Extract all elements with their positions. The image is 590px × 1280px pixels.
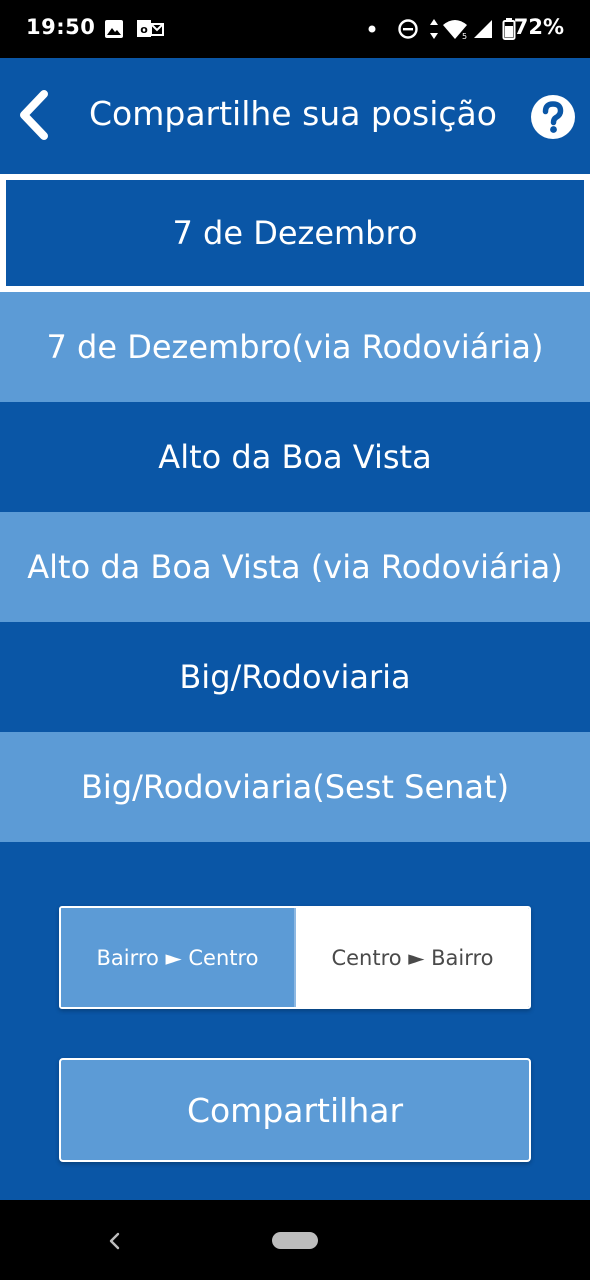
image-icon — [105, 20, 123, 38]
direction-bairro-centro[interactable]: Bairro ► Centro — [61, 908, 296, 1007]
route-label: 7 de Dezembro — [172, 214, 418, 252]
status-time: 19:50 — [26, 15, 96, 39]
svg-text:o: o — [140, 23, 148, 36]
dnd-icon — [398, 19, 418, 39]
dot-icon — [368, 25, 376, 33]
wifi-icon: 5 — [443, 20, 467, 41]
route-item-7-de-dezembro[interactable]: 7 de Dezembro — [0, 174, 590, 292]
route-item-big-rodoviaria[interactable]: Big/Rodoviaria — [0, 622, 590, 732]
route-item-7-de-dezembro-via-rodoviaria[interactable]: 7 de Dezembro(via Rodoviária) — [0, 292, 590, 402]
chevron-left-icon — [20, 90, 48, 140]
signal-icon — [474, 20, 492, 38]
battery-percent: 72% — [513, 15, 564, 39]
route-label: Big/Rodoviaria(Sest Senat) — [80, 768, 510, 806]
nav-home-pill[interactable] — [272, 1232, 318, 1249]
back-button[interactable] — [14, 88, 58, 142]
route-item-alto-da-boa-vista[interactable]: Alto da Boa Vista — [0, 402, 590, 512]
nav-back-icon[interactable] — [104, 1228, 124, 1254]
route-item-big-rodoviaria-sest-senat[interactable]: Big/Rodoviaria(Sest Senat) — [0, 732, 590, 842]
help-circle-icon — [531, 95, 575, 139]
route-label: 7 de Dezembro(via Rodoviária) — [46, 328, 544, 366]
svg-text:5: 5 — [462, 32, 467, 41]
app-bar: Compartilhe sua posição — [0, 58, 590, 172]
direction-toggle: Bairro ► Centro Centro ► Bairro — [59, 906, 531, 1009]
nav-bar — [0, 1200, 590, 1280]
direction-centro-bairro[interactable]: Centro ► Bairro — [296, 908, 529, 1007]
page-title: Compartilhe sua posição — [89, 94, 497, 133]
data-arrows-icon — [430, 19, 438, 39]
help-button[interactable] — [530, 94, 576, 140]
route-label: Big/Rodoviaria — [179, 658, 411, 696]
route-item-alto-da-boa-vista-via-rodoviaria[interactable]: Alto da Boa Vista (via Rodoviária) — [0, 512, 590, 622]
route-label: Alto da Boa Vista — [158, 438, 432, 476]
status-bar: 19:50 o 5 72% — [0, 0, 590, 58]
share-button[interactable]: Compartilhar — [59, 1058, 531, 1162]
outlook-icon: o — [137, 20, 164, 37]
route-label: Alto da Boa Vista (via Rodoviária) — [27, 548, 563, 586]
